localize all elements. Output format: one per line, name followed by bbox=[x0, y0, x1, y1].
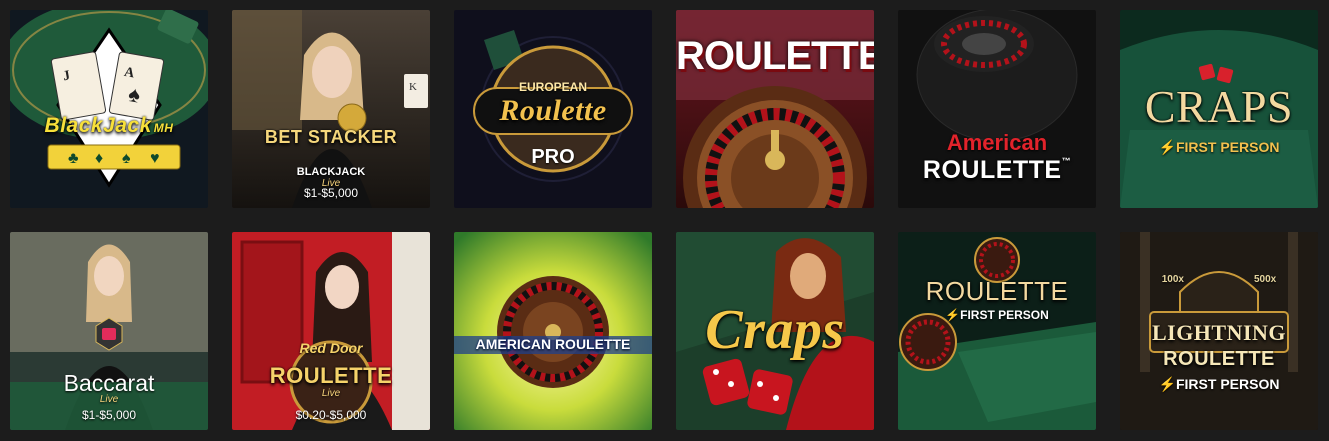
game-tile-european-roulette-pro[interactable]: EUROPEAN Roulette PRO bbox=[454, 10, 652, 208]
tile-title: ROULETTE™ bbox=[898, 156, 1096, 185]
bet-range: $0.20-$5,000 bbox=[295, 408, 367, 422]
game-tile-american-roulette[interactable]: American ROULETTE™ bbox=[898, 10, 1096, 208]
bet-range: $1-$5,000 bbox=[81, 408, 137, 422]
game-tile-baccarat-live[interactable]: Baccarat Live $1-$5,000 bbox=[10, 232, 208, 430]
game-title: ROULETTE bbox=[925, 276, 1069, 306]
game-title: ROULETTE bbox=[269, 363, 393, 388]
game-tile-roulette[interactable]: ROULETTE bbox=[676, 10, 874, 208]
game-tile-red-door-roulette[interactable]: Red Door ROULETTE Live $0.20-$5,000 bbox=[232, 232, 430, 430]
live-label: Live bbox=[99, 394, 119, 405]
game-tile-roulette-first-person[interactable]: ROULETTE ⚡FIRST PERSON bbox=[898, 232, 1096, 430]
game-title: Baccarat bbox=[63, 370, 155, 396]
game-title: Craps bbox=[705, 299, 845, 361]
game-title: BlackJack bbox=[44, 114, 152, 137]
game-suffix: MH bbox=[153, 121, 174, 135]
live-label: Live bbox=[321, 388, 341, 399]
game-title: AMERICAN ROULETTE bbox=[475, 336, 631, 352]
lightning-icon: ⚡ bbox=[1158, 139, 1176, 155]
game-title: BET STACKER bbox=[264, 127, 398, 147]
game-top-label: LIGHTNING bbox=[1151, 320, 1287, 345]
game-subtitle: BLACKJACK bbox=[296, 166, 366, 178]
lightning-icon: ⚡ bbox=[945, 308, 961, 322]
svg-text:♥: ♥ bbox=[150, 150, 160, 167]
svg-text:♦: ♦ bbox=[95, 150, 103, 167]
bet-range: $1-$5,000 bbox=[303, 186, 359, 200]
svg-text:K: K bbox=[409, 81, 417, 93]
game-top-label: EUROPEAN bbox=[518, 80, 587, 94]
lightning-icon: ⚡ bbox=[1158, 376, 1176, 392]
game-subtitle: FIRST PERSON bbox=[1175, 139, 1280, 155]
game-tile-american-roulette-classic[interactable]: AMERICAN ROULETTE bbox=[454, 232, 652, 430]
game-subtitle: FIRST PERSON bbox=[960, 308, 1049, 322]
game-title: ROULETTE bbox=[1163, 348, 1275, 370]
svg-text:♣: ♣ bbox=[68, 150, 79, 167]
game-title: ROULETTE bbox=[922, 156, 1062, 184]
game-grid: J A ♠ ♣ ♦ ♠ ♥ BlackJack MH K BET STACKER … bbox=[10, 10, 1318, 430]
tile-subtitle: ⚡FIRST PERSON bbox=[1120, 139, 1318, 156]
game-tile-lightning-roulette-first-person[interactable]: 100x 500x LIGHTNING ROULETTE ⚡FIRST PERSO… bbox=[1120, 232, 1318, 430]
game-title: ROULETTE bbox=[676, 34, 874, 78]
multiplier-badge-left: 100x bbox=[1161, 274, 1184, 285]
tile-subtitle: ⚡FIRST PERSON bbox=[898, 308, 1096, 322]
tile-title: BlackJack MH bbox=[10, 114, 208, 138]
game-subtitle: PRO bbox=[531, 146, 575, 168]
tile-badges: 100x 500x bbox=[1120, 274, 1318, 285]
game-subtitle: FIRST PERSON bbox=[1175, 376, 1280, 392]
red-door-dealer-artwork bbox=[232, 232, 430, 430]
roulette-table-artwork bbox=[898, 232, 1096, 430]
game-title: Roulette bbox=[499, 94, 607, 127]
game-tile-craps-first-person[interactable]: CRAPS ⚡FIRST PERSON bbox=[1120, 10, 1318, 208]
blackjack-artwork: J A ♠ ♣ ♦ ♠ ♥ bbox=[10, 10, 208, 208]
game-top-label: Red Door bbox=[299, 340, 363, 356]
game-tile-blackjack-mh[interactable]: J A ♠ ♣ ♦ ♠ ♥ BlackJack MH bbox=[10, 10, 208, 208]
sunburst-roulette-artwork bbox=[454, 232, 652, 430]
trademark: ™ bbox=[1061, 156, 1072, 166]
multiplier-badge-right: 500x bbox=[1254, 274, 1277, 285]
svg-text:♠: ♠ bbox=[122, 150, 131, 167]
game-tile-bet-stacker-blackjack[interactable]: K BET STACKER BLACKJACK Live $1-$5,000 bbox=[232, 10, 430, 208]
tile-subtitle: ⚡FIRST PERSON bbox=[1120, 376, 1318, 393]
game-tile-craps[interactable]: Craps bbox=[676, 232, 874, 430]
game-top-label: American bbox=[946, 130, 1048, 155]
game-title: CRAPS bbox=[1144, 81, 1294, 132]
